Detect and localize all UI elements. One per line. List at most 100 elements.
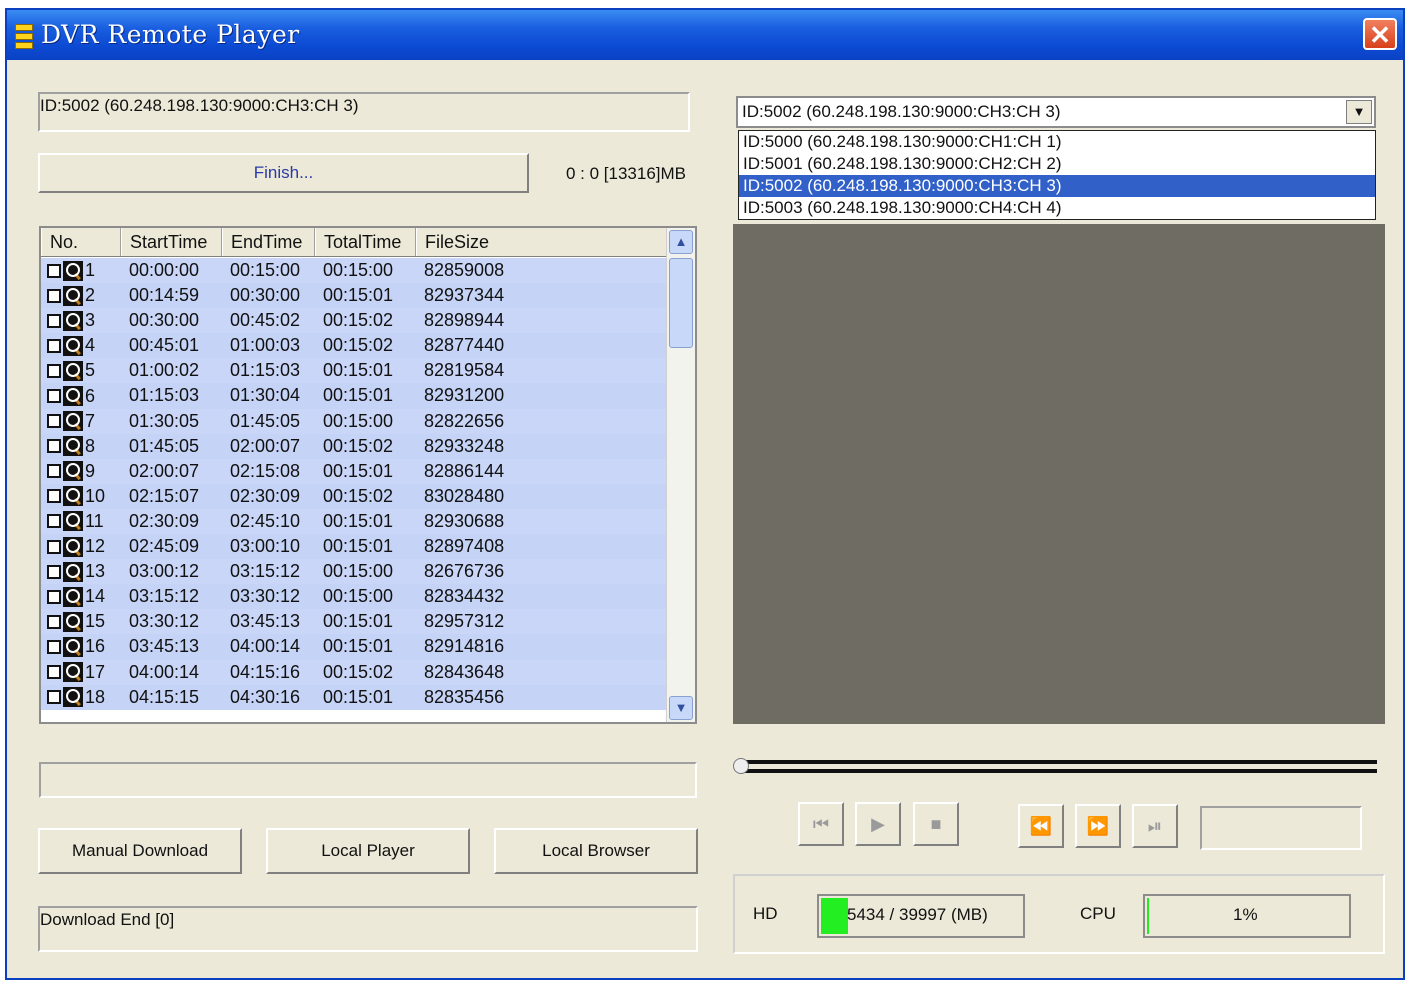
video-display[interactable] bbox=[733, 224, 1385, 724]
col-no[interactable]: No. bbox=[41, 228, 121, 256]
row-checkbox[interactable] bbox=[47, 514, 61, 529]
row-checkbox[interactable] bbox=[47, 363, 61, 378]
cpu-meter: 1% bbox=[1143, 894, 1351, 938]
search-file-icon[interactable] bbox=[63, 511, 83, 532]
row-checkbox[interactable] bbox=[47, 489, 61, 504]
start-time-cell: 04:15:15 bbox=[129, 686, 200, 707]
file-table[interactable]: No. StartTime EndTime TotalTime FileSize… bbox=[39, 226, 697, 724]
search-file-icon[interactable] bbox=[63, 436, 83, 457]
search-file-icon[interactable] bbox=[63, 536, 83, 557]
search-file-icon[interactable] bbox=[63, 561, 83, 582]
row-checkbox[interactable] bbox=[47, 690, 61, 705]
end-time-cell: 03:30:12 bbox=[230, 586, 301, 607]
stop-icon[interactable]: ■ bbox=[913, 802, 959, 846]
close-button[interactable]: ✕ bbox=[1363, 18, 1397, 50]
search-file-icon[interactable] bbox=[63, 687, 83, 708]
end-time-cell: 01:45:05 bbox=[230, 410, 301, 431]
scroll-thumb[interactable] bbox=[669, 258, 693, 348]
file-size-cell: 82930688 bbox=[424, 510, 505, 531]
row-checkbox[interactable] bbox=[47, 288, 61, 303]
table-row[interactable]: 18 04:15:15 04:30:16 00:15:01 82835456 bbox=[41, 684, 667, 710]
play-icon[interactable]: ▶ bbox=[855, 802, 901, 846]
row-checkbox[interactable] bbox=[47, 313, 61, 328]
device-field: ID:5002 (60.248.198.130:9000:CH3:CH 3) bbox=[38, 92, 690, 132]
table-row[interactable]: 4 00:45:01 01:00:03 00:15:02 82877440 bbox=[41, 333, 667, 359]
file-size-cell: 82877440 bbox=[424, 335, 505, 356]
table-row[interactable]: 17 04:00:14 04:15:16 00:15:02 82843648 bbox=[41, 659, 667, 685]
file-size-cell: 82859008 bbox=[424, 260, 505, 280]
scroll-up-icon[interactable]: ▲ bbox=[669, 230, 693, 254]
step-forward-icon[interactable]: ⏯ bbox=[1132, 804, 1178, 848]
channel-option[interactable]: ID:5001 (60.248.198.130:9000:CH2:CH 2) bbox=[739, 153, 1375, 175]
table-row[interactable]: 8 01:45:05 02:00:07 00:15:02 82933248 bbox=[41, 433, 667, 459]
dropdown-arrow-icon[interactable]: ▼ bbox=[1346, 100, 1372, 124]
table-row[interactable]: 11 02:30:09 02:45:10 00:15:01 82930688 bbox=[41, 508, 667, 535]
col-totaltime[interactable]: TotalTime bbox=[315, 228, 416, 256]
channel-option-selected[interactable]: ID:5002 (60.248.198.130:9000:CH3:CH 3) bbox=[739, 175, 1375, 197]
timeline-slider-handle[interactable] bbox=[733, 758, 749, 774]
start-time-cell: 01:00:02 bbox=[129, 360, 200, 381]
fast-forward-icon[interactable]: ⏩ bbox=[1075, 804, 1121, 848]
table-row[interactable]: 1 00:00:00 00:15:00 00:15:00 82859008 bbox=[41, 258, 667, 284]
end-time-cell: 00:15:00 bbox=[230, 260, 301, 280]
playback-timeline[interactable] bbox=[733, 758, 1377, 776]
search-file-icon[interactable] bbox=[63, 260, 83, 281]
search-file-icon[interactable] bbox=[63, 636, 83, 657]
search-file-icon[interactable] bbox=[63, 486, 83, 507]
row-checkbox[interactable] bbox=[47, 665, 61, 680]
table-row[interactable]: 5 01:00:02 01:15:03 00:15:01 82819584 bbox=[41, 358, 667, 384]
search-file-icon[interactable] bbox=[63, 611, 83, 632]
manual-download-button[interactable]: Manual Download bbox=[38, 828, 242, 874]
search-file-icon[interactable] bbox=[63, 310, 83, 331]
search-file-icon[interactable] bbox=[63, 461, 83, 482]
row-checkbox[interactable] bbox=[47, 439, 61, 454]
table-row[interactable]: 9 02:00:07 02:15:08 00:15:01 82886144 bbox=[41, 458, 667, 484]
start-time-cell: 00:14:59 bbox=[129, 285, 200, 306]
table-scrollbar[interactable]: ▲ ▼ bbox=[666, 228, 695, 722]
table-row[interactable]: 12 02:45:09 03:00:10 00:15:01 82897408 bbox=[41, 534, 667, 560]
col-starttime[interactable]: StartTime bbox=[121, 228, 222, 256]
title-bar[interactable]: DVR Remote Player ✕ bbox=[7, 10, 1403, 60]
channel-option[interactable]: ID:5003 (60.248.198.130:9000:CH4:CH 4) bbox=[739, 197, 1375, 219]
search-file-icon[interactable] bbox=[63, 586, 83, 607]
search-file-icon[interactable] bbox=[63, 285, 83, 306]
search-file-icon[interactable] bbox=[63, 335, 83, 356]
row-checkbox[interactable] bbox=[47, 338, 61, 353]
local-player-button[interactable]: Local Player bbox=[266, 828, 470, 874]
search-file-icon[interactable] bbox=[63, 360, 83, 381]
search-file-icon[interactable] bbox=[63, 411, 83, 432]
table-row[interactable]: 14 03:15:12 03:30:12 00:15:00 82834432 bbox=[41, 584, 667, 610]
status-button[interactable]: Finish... bbox=[38, 153, 529, 193]
scroll-down-icon[interactable]: ▼ bbox=[669, 696, 693, 720]
table-row[interactable]: 13 03:00:12 03:15:12 00:15:00 82676736 bbox=[41, 559, 667, 585]
channel-select[interactable]: ID:5002 (60.248.198.130:9000:CH3:CH 3) ▼ bbox=[736, 96, 1376, 128]
col-endtime[interactable]: EndTime bbox=[222, 228, 315, 256]
start-time-cell: 01:45:05 bbox=[129, 435, 200, 456]
table-row[interactable]: 2 00:14:59 00:30:00 00:15:01 82937344 bbox=[41, 283, 667, 309]
row-checkbox[interactable] bbox=[47, 639, 61, 654]
channel-option[interactable]: ID:5000 (60.248.198.130:9000:CH1:CH 1) bbox=[739, 131, 1375, 153]
row-checkbox[interactable] bbox=[47, 614, 61, 629]
row-checkbox[interactable] bbox=[47, 539, 61, 554]
row-checkbox[interactable] bbox=[47, 564, 61, 579]
col-filesize[interactable]: FileSize bbox=[416, 228, 667, 256]
local-browser-button[interactable]: Local Browser bbox=[494, 828, 698, 874]
table-row[interactable]: 7 01:30:05 01:45:05 00:15:00 82822656 bbox=[41, 408, 667, 434]
table-row[interactable]: 3 00:30:00 00:45:02 00:15:02 82898944 bbox=[41, 308, 667, 334]
table-row[interactable]: 15 03:30:12 03:45:13 00:15:01 82957312 bbox=[41, 609, 667, 635]
cpu-meter-fill bbox=[1147, 898, 1149, 934]
row-checkbox[interactable] bbox=[47, 263, 61, 278]
table-row[interactable]: 10 02:15:07 02:30:09 00:15:02 83028480 bbox=[41, 483, 667, 509]
row-checkbox[interactable] bbox=[47, 389, 61, 404]
table-row[interactable]: 6 01:15:03 01:30:04 00:15:01 82931200 bbox=[41, 383, 667, 409]
skip-back-icon[interactable]: ⏮ bbox=[798, 802, 844, 846]
total-time-cell: 00:15:02 bbox=[323, 435, 394, 456]
table-row[interactable]: 16 03:45:13 04:00:14 00:15:01 82914816 bbox=[41, 634, 667, 660]
row-checkbox[interactable] bbox=[47, 464, 61, 479]
rewind-icon[interactable]: ⏪ bbox=[1018, 804, 1064, 848]
search-file-icon[interactable] bbox=[63, 662, 83, 683]
row-checkbox[interactable] bbox=[47, 414, 61, 429]
row-checkbox[interactable] bbox=[47, 589, 61, 604]
search-file-icon[interactable] bbox=[63, 386, 83, 407]
total-time-cell: 00:15:00 bbox=[323, 260, 394, 280]
